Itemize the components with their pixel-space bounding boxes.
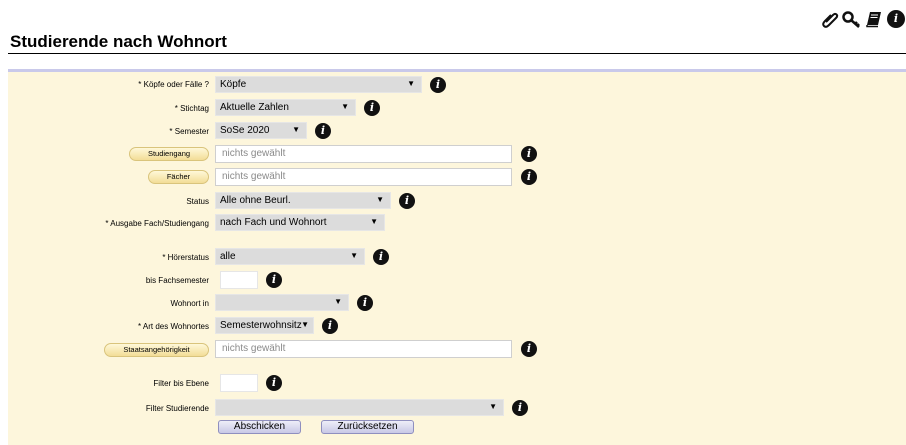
info-icon[interactable]: i (364, 100, 380, 116)
hoererstatus-label: * Hörerstatus (162, 253, 209, 262)
chevron-down-icon: ▼ (370, 217, 378, 226)
hoererstatus-select-value: alle (220, 251, 236, 262)
chevron-down-icon: ▼ (376, 195, 384, 204)
info-icon[interactable]: i (322, 318, 338, 334)
status-select[interactable]: Alle ohne Beurl. ▼ (215, 192, 391, 209)
status-label: Status (186, 197, 209, 206)
chevron-down-icon: ▼ (301, 320, 309, 329)
status-select-value: Alle ohne Beurl. (220, 195, 291, 206)
stichtag-label: * Stichtag (174, 104, 209, 113)
info-icon[interactable]: i (430, 77, 446, 93)
info-icon[interactable]: i (886, 9, 906, 29)
page-title: Studierende nach Wohnort (10, 32, 227, 51)
stichtag-select[interactable]: Aktuelle Zahlen ▼ (215, 99, 356, 116)
title-divider (8, 53, 906, 54)
info-icon[interactable]: i (266, 375, 282, 391)
studiengang-input[interactable]: nichts gewählt (215, 145, 512, 163)
info-icon[interactable]: i (266, 272, 282, 288)
filter-ebene-label: Filter bis Ebene (153, 379, 209, 388)
paperclip-icon[interactable] (820, 9, 840, 29)
chevron-down-icon: ▼ (341, 102, 349, 111)
reset-button[interactable]: Zurücksetzen (321, 420, 414, 434)
filter-studierende-label: Filter Studierende (145, 404, 209, 413)
semester-select-value: SoSe 2020 (220, 125, 270, 136)
book-icon[interactable] (864, 9, 884, 29)
filter-ebene-input[interactable] (220, 374, 258, 392)
hoererstatus-select[interactable]: alle ▼ (215, 248, 365, 265)
art-wohnort-label: * Art des Wohnortes (138, 322, 209, 331)
art-wohnort-select-value: Semesterwohnsitz (220, 320, 302, 331)
info-icon[interactable]: i (521, 169, 537, 185)
chevron-down-icon: ▼ (350, 251, 358, 260)
filter-studierende-select[interactable]: ▼ (215, 399, 504, 416)
chevron-down-icon: ▼ (292, 125, 300, 134)
staatsangehoerigkeit-input[interactable]: nichts gewählt (215, 340, 512, 358)
chevron-down-icon: ▼ (407, 79, 415, 88)
koepfe-select-value: Köpfe (220, 79, 247, 90)
chevron-down-icon: ▼ (489, 402, 497, 411)
studiengang-button[interactable]: Studiengang (129, 147, 209, 161)
info-icon[interactable]: i (521, 341, 537, 357)
info-icon[interactable]: i (315, 123, 331, 139)
koepfe-label: * Köpfe oder Fälle ? (138, 80, 209, 89)
semester-label: * Semester (169, 127, 209, 136)
info-icon[interactable]: i (521, 146, 537, 162)
submit-button[interactable]: Abschicken (218, 420, 301, 434)
bis-fachsemester-input[interactable] (220, 271, 258, 289)
semester-select[interactable]: SoSe 2020 ▼ (215, 122, 307, 139)
wohnort-select[interactable]: ▼ (215, 294, 349, 311)
ausgabe-label: * Ausgabe Fach/Studiengang (105, 219, 209, 228)
info-icon[interactable]: i (357, 295, 373, 311)
wohnort-label: Wohnort in (170, 299, 209, 308)
top-toolbar: i (820, 8, 906, 30)
info-icon[interactable]: i (373, 249, 389, 265)
info-icon[interactable]: i (512, 400, 528, 416)
stichtag-select-value: Aktuelle Zahlen (220, 102, 289, 113)
key-icon[interactable] (842, 9, 862, 29)
art-wohnort-select[interactable]: Semesterwohnsitz ▼ (215, 317, 314, 334)
ausgabe-select-value: nach Fach und Wohnort (220, 217, 327, 228)
staatsangehoerigkeit-button[interactable]: Staatsangehörigkeit (104, 343, 209, 357)
faecher-input[interactable]: nichts gewählt (215, 168, 512, 186)
koepfe-select[interactable]: Köpfe ▼ (215, 76, 422, 93)
ausgabe-select[interactable]: nach Fach und Wohnort ▼ (215, 214, 385, 231)
bis-fachsemester-label: bis Fachsemester (145, 276, 209, 285)
chevron-down-icon: ▼ (334, 297, 342, 306)
faecher-button[interactable]: Fächer (148, 170, 209, 184)
info-icon[interactable]: i (399, 193, 415, 209)
